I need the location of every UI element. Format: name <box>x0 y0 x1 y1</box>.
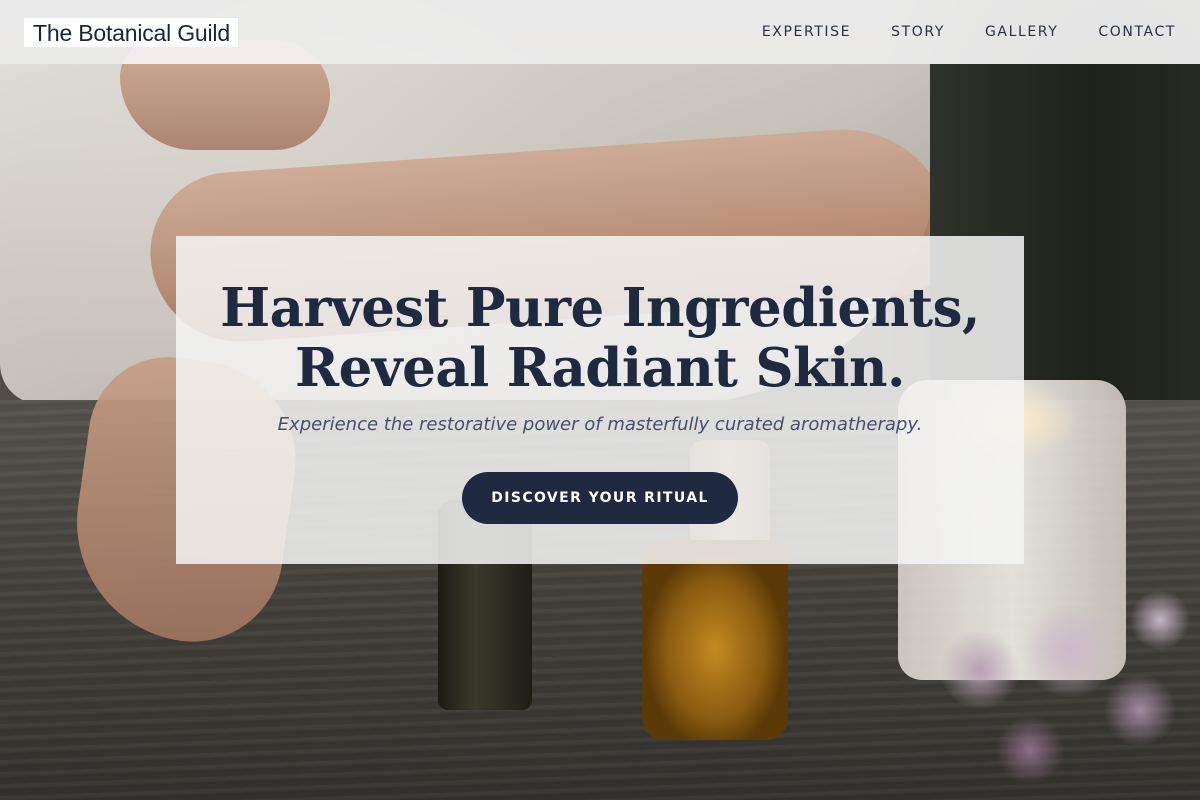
nav-link-expertise[interactable]: EXPERTISE <box>762 24 851 40</box>
background-flowers <box>920 560 1200 800</box>
hero-card: Harvest Pure Ingredients, Reveal Radiant… <box>176 236 1024 564</box>
brand-logo[interactable]: The Botanical Guild <box>24 17 238 47</box>
hero-title-line-2: Reveal Radiant Skin. <box>295 337 905 399</box>
discover-ritual-button[interactable]: DISCOVER YOUR RITUAL <box>462 472 738 524</box>
hero-subtitle: Experience the restorative power of mast… <box>277 414 923 435</box>
nav-link-story[interactable]: STORY <box>891 24 945 40</box>
background-amber-bottle <box>642 540 788 740</box>
hero-title-line-1: Harvest Pure Ingredients, <box>220 277 980 339</box>
nav-link-gallery[interactable]: GALLERY <box>985 24 1058 40</box>
nav-link-contact[interactable]: CONTACT <box>1098 24 1176 40</box>
site-header: The Botanical Guild EXPERTISE STORY GALL… <box>0 0 1200 64</box>
main-nav: EXPERTISE STORY GALLERY CONTACT <box>722 24 1176 40</box>
hero-title: Harvest Pure Ingredients, Reveal Radiant… <box>176 278 1024 398</box>
